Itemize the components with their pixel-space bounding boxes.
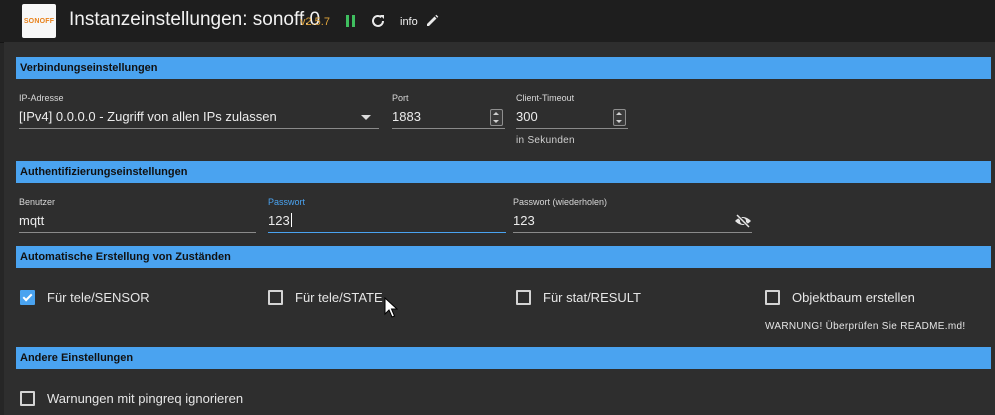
client-timeout-field[interactable]: Client-Timeout 300 in Sekunden: [516, 92, 628, 146]
edit-icon: [427, 14, 439, 26]
section-header-other: Andere Einstellungen: [16, 347, 991, 369]
pause-button[interactable]: [341, 11, 361, 31]
chevron-down-icon[interactable]: [361, 115, 371, 120]
checkbox-ignore-pingreq[interactable]: Warnungen mit pingreq ignorieren: [20, 391, 243, 406]
version-label: v2.5.7: [300, 16, 330, 28]
port-input[interactable]: 1883: [392, 106, 505, 129]
checkbox-tele-sensor[interactable]: Für tele/SENSOR: [20, 290, 150, 305]
password-repeat-label: Passwort (wiederholen): [513, 197, 608, 207]
password-repeat-input[interactable]: 123: [513, 210, 752, 233]
password-input[interactable]: 123: [268, 210, 506, 233]
password-label: Passwort: [268, 197, 306, 207]
refresh-button[interactable]: [368, 11, 388, 31]
password-repeat-field[interactable]: Passwort (wiederholen) 123: [513, 196, 752, 233]
client-timeout-label: Client-Timeout: [516, 93, 575, 103]
checkbox-unchecked-icon[interactable]: [20, 391, 35, 406]
section-header-states: Automatische Erstellung von Zuständen: [16, 246, 991, 268]
checkbox-tele-state[interactable]: Für tele/STATE: [268, 290, 383, 305]
section-header-auth: Authentifizierungseinstellungen: [16, 161, 991, 183]
client-timeout-input[interactable]: 300: [516, 106, 628, 129]
section-header-connection: Verbindungseinstellungen: [16, 57, 991, 79]
timeout-stepper-icon[interactable]: [613, 109, 626, 126]
port-stepper-icon[interactable]: [490, 109, 503, 126]
info-button[interactable]: info: [400, 16, 418, 28]
text-caret: [290, 213, 292, 227]
ip-address-label: IP-Adresse: [19, 93, 64, 103]
checkbox-object-tree[interactable]: Objektbaum erstellen: [765, 290, 915, 305]
sonoff-logo: SONOFF: [22, 4, 56, 38]
mouse-pointer-icon: [384, 297, 398, 318]
checkbox-unchecked-icon[interactable]: [765, 290, 780, 305]
pause-icon: [346, 15, 355, 27]
edit-button[interactable]: [422, 11, 442, 31]
ip-address-select[interactable]: IP-Adresse [IPv4] 0.0.0.0 - Zugriff von …: [19, 92, 379, 129]
page-title: Instanzeinstellungen: sonoff.0: [69, 9, 321, 30]
user-label: Benutzer: [19, 197, 56, 207]
port-label: Port: [392, 93, 409, 103]
port-field[interactable]: Port 1883: [392, 92, 505, 129]
title-bar: SONOFF Instanzeinstellungen: sonoff.0 v2…: [0, 0, 995, 43]
ip-address-value[interactable]: [IPv4] 0.0.0.0 - Zugriff von allen IPs z…: [19, 106, 379, 129]
checkbox-unchecked-icon[interactable]: [516, 290, 531, 305]
checkbox-stat-result[interactable]: Für stat/RESULT: [516, 290, 641, 305]
user-input[interactable]: mqtt: [19, 210, 256, 233]
checkbox-unchecked-icon[interactable]: [268, 290, 283, 305]
password-field[interactable]: Passwort 123: [268, 196, 506, 233]
refresh-icon: [372, 14, 384, 27]
user-field[interactable]: Benutzer mqtt: [19, 196, 256, 233]
client-timeout-hint: in Sekunden: [516, 135, 575, 146]
checkbox-checked-icon[interactable]: [20, 290, 35, 305]
eye-off-icon[interactable]: [734, 213, 752, 229]
readme-warning: WARNUNG! Überprüfen Sie README.md!: [765, 321, 966, 332]
